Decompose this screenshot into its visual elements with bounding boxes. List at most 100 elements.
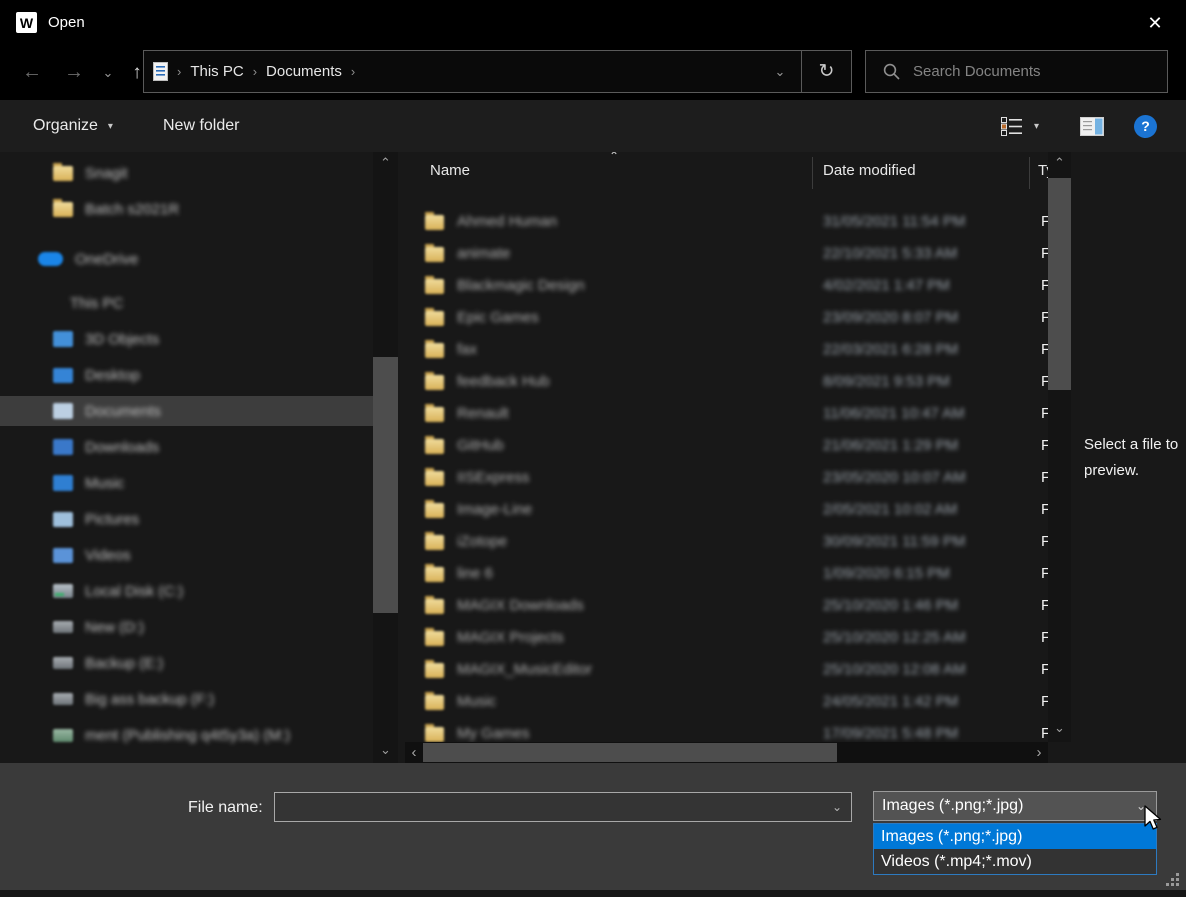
date-modified-cell: 24/05/2021 1:42 PM (823, 693, 958, 710)
column-header-name[interactable]: Name (430, 162, 470, 179)
word-app-icon: W (16, 12, 37, 33)
file-row[interactable]: animate22/10/2021 5:33 AMF (405, 238, 1052, 270)
folder-icon (425, 727, 444, 742)
sidebar-item-onedrive[interactable]: OneDrive (0, 244, 373, 274)
file-row[interactable]: Epic Games23/09/2020 8:07 PMF (405, 302, 1052, 334)
sidebar-item-pictures[interactable]: Pictures (0, 504, 373, 534)
new-folder-button[interactable]: New folder (163, 100, 239, 152)
sidebar-item-label: Batch s2021R (85, 201, 179, 218)
close-icon[interactable]: ✕ (1138, 8, 1172, 38)
file-type-option[interactable]: Images (*.png;*.jpg) (874, 824, 1156, 849)
scroll-left-icon[interactable]: ‹ (405, 742, 423, 763)
file-name-input[interactable] (275, 793, 832, 821)
folder-icon (425, 695, 444, 710)
sidebar-item-this-pc[interactable]: This PC (0, 288, 373, 318)
file-row[interactable]: fax22/03/2021 6:28 PMF (405, 334, 1052, 366)
file-row[interactable]: MAGIX Projects25/10/2020 12:25 AMF (405, 622, 1052, 654)
file-row[interactable]: GitHub21/06/2021 1:29 PMF (405, 430, 1052, 462)
views-menu-arrow-icon[interactable]: ▾ (1034, 100, 1039, 152)
sidebar-item-videos[interactable]: Videos (0, 540, 373, 570)
file-type-select[interactable]: Images (*.png;*.jpg) ⌄ (873, 791, 1157, 821)
help-icon[interactable]: ? (1134, 100, 1157, 152)
file-row[interactable]: line 61/09/2020 6:15 PMF (405, 558, 1052, 590)
sidebar-item-new-d-[interactable]: New (D:) (0, 612, 373, 642)
folder-icon (425, 503, 444, 518)
refresh-icon[interactable]: ↻ (802, 60, 851, 83)
scroll-right-icon[interactable]: › (1030, 742, 1048, 763)
date-modified-cell: 25/10/2020 12:25 AM (823, 629, 966, 646)
scrollbar-thumb[interactable] (373, 357, 398, 613)
search-box[interactable] (865, 50, 1168, 93)
file-name-cell: line 6 (457, 565, 493, 582)
sidebar-item-label: Snagit (85, 165, 128, 182)
file-row[interactable]: feedback Hub8/09/2021 9:53 PMF (405, 366, 1052, 398)
sidebar-item-ment-publishing-q4t5y3a-m-[interactable]: ment (Publishing q4t5y3a) (M:) (0, 720, 373, 750)
file-row[interactable]: MAGIX Downloads25/10/2020 1:46 PMF (405, 590, 1052, 622)
sidebar-item-label: OneDrive (75, 251, 138, 268)
scroll-up-icon[interactable]: ⌃ (373, 155, 398, 171)
file-type-selected-value: Images (*.png;*.jpg) (874, 797, 1023, 815)
details-view-icon[interactable] (1001, 100, 1023, 152)
file-name-cell: fax (457, 341, 477, 358)
horizontal-scrollbar[interactable]: ‹ › (405, 742, 1048, 763)
desktop-icon (53, 368, 73, 383)
sidebar-item-big-ass-backup-f-[interactable]: Big ass backup (F:) (0, 684, 373, 714)
column-divider[interactable] (1029, 157, 1030, 189)
file-list-scrollbar[interactable]: ⌃ ⌄ (1048, 152, 1071, 742)
sidebar-item-local-disk-c-[interactable]: Local Disk (C:) (0, 576, 373, 606)
scrollbar-thumb[interactable] (423, 743, 837, 762)
breadcrumb[interactable]: › This PC › Documents › ⌄ ↻ (143, 50, 852, 93)
file-name-cell: Epic Games (457, 309, 539, 326)
sidebar-item-3d-objects[interactable]: 3D Objects (0, 324, 373, 354)
sidebar-item-label: ment (Publishing q4t5y3a) (M:) (85, 727, 290, 744)
sidebar-item-downloads[interactable]: Downloads (0, 432, 373, 462)
column-divider[interactable] (812, 157, 813, 189)
scrollbar-thumb[interactable] (1048, 178, 1071, 390)
file-row[interactable]: MAGIX_MusicEditor25/10/2020 12:08 AMF (405, 654, 1052, 686)
sidebar-item-backup-e-[interactable]: Backup (E:) (0, 648, 373, 678)
new-folder-label: New folder (163, 117, 239, 135)
breadcrumb-this-pc[interactable]: This PC (190, 63, 243, 80)
folder-icon (425, 343, 444, 358)
search-input[interactable] (913, 63, 1161, 80)
column-header-date-modified[interactable]: Date modified (823, 162, 916, 179)
file-list-header: ⌃ Name Date modified Ty (405, 152, 1052, 194)
file-name-cell: Ahmed Human (457, 213, 557, 230)
folder-icon (425, 215, 444, 230)
scroll-up-icon[interactable]: ⌃ (1048, 155, 1071, 171)
organize-button[interactable]: Organize ▾ (33, 100, 113, 152)
folder-icon (53, 166, 73, 181)
forward-icon[interactable]: → (56, 45, 92, 100)
file-name-combo: ⌄ (274, 792, 852, 822)
file-row[interactable]: iZotope30/09/2021 11:59 PMF (405, 526, 1052, 558)
date-modified-cell: 11/06/2021 10:47 AM (823, 405, 965, 422)
scroll-down-icon[interactable]: ⌄ (373, 742, 398, 758)
date-modified-cell: 2/05/2021 10:02 AM (823, 501, 957, 518)
sidebar-item-batch-s2021r[interactable]: Batch s2021R (0, 194, 373, 224)
breadcrumb-documents[interactable]: Documents (266, 63, 342, 80)
recent-locations-chevron-icon[interactable]: ⌄ (94, 45, 122, 100)
file-row[interactable]: Renault11/06/2021 10:47 AMF (405, 398, 1052, 430)
sidebar-item-snagit[interactable]: Snagit (0, 158, 373, 188)
file-row[interactable]: Ahmed Human31/05/2021 11:54 PMF (405, 206, 1052, 238)
main-area: Snagit Batch s2021R OneDrive This PC 3D Obje… (0, 152, 1186, 763)
sidebar-scrollbar[interactable]: ⌃ ⌄ (373, 152, 398, 763)
folder-icon (425, 567, 444, 582)
sidebar-item-music[interactable]: Music (0, 468, 373, 498)
file-row[interactable]: Music24/05/2021 1:42 PMF (405, 686, 1052, 718)
file-name-cell: MAGIX Projects (457, 629, 564, 646)
address-dropdown-chevron-icon[interactable]: ⌄ (759, 64, 801, 80)
preview-pane-icon[interactable] (1080, 100, 1104, 152)
file-row[interactable]: IISExpress23/05/2020 10:07 AMF (405, 462, 1052, 494)
file-name-dropdown-chevron-icon[interactable]: ⌄ (832, 800, 842, 814)
scroll-down-icon[interactable]: ⌄ (1048, 720, 1071, 736)
file-type-option[interactable]: Videos (*.mp4;*.mov) (874, 849, 1156, 874)
breadcrumb-separator-icon: › (177, 64, 181, 79)
sidebar-item-documents[interactable]: Documents (0, 396, 373, 426)
resize-grip-icon[interactable] (1165, 872, 1181, 888)
sidebar-item-desktop[interactable]: Desktop (0, 360, 373, 390)
file-row[interactable]: My Games17/09/2021 5:48 PMF (405, 718, 1052, 742)
file-row[interactable]: Blackmagic Design4/02/2021 1:47 PMF (405, 270, 1052, 302)
file-row[interactable]: Image-Line2/05/2021 10:02 AMF (405, 494, 1052, 526)
back-icon[interactable]: ← (14, 45, 50, 100)
